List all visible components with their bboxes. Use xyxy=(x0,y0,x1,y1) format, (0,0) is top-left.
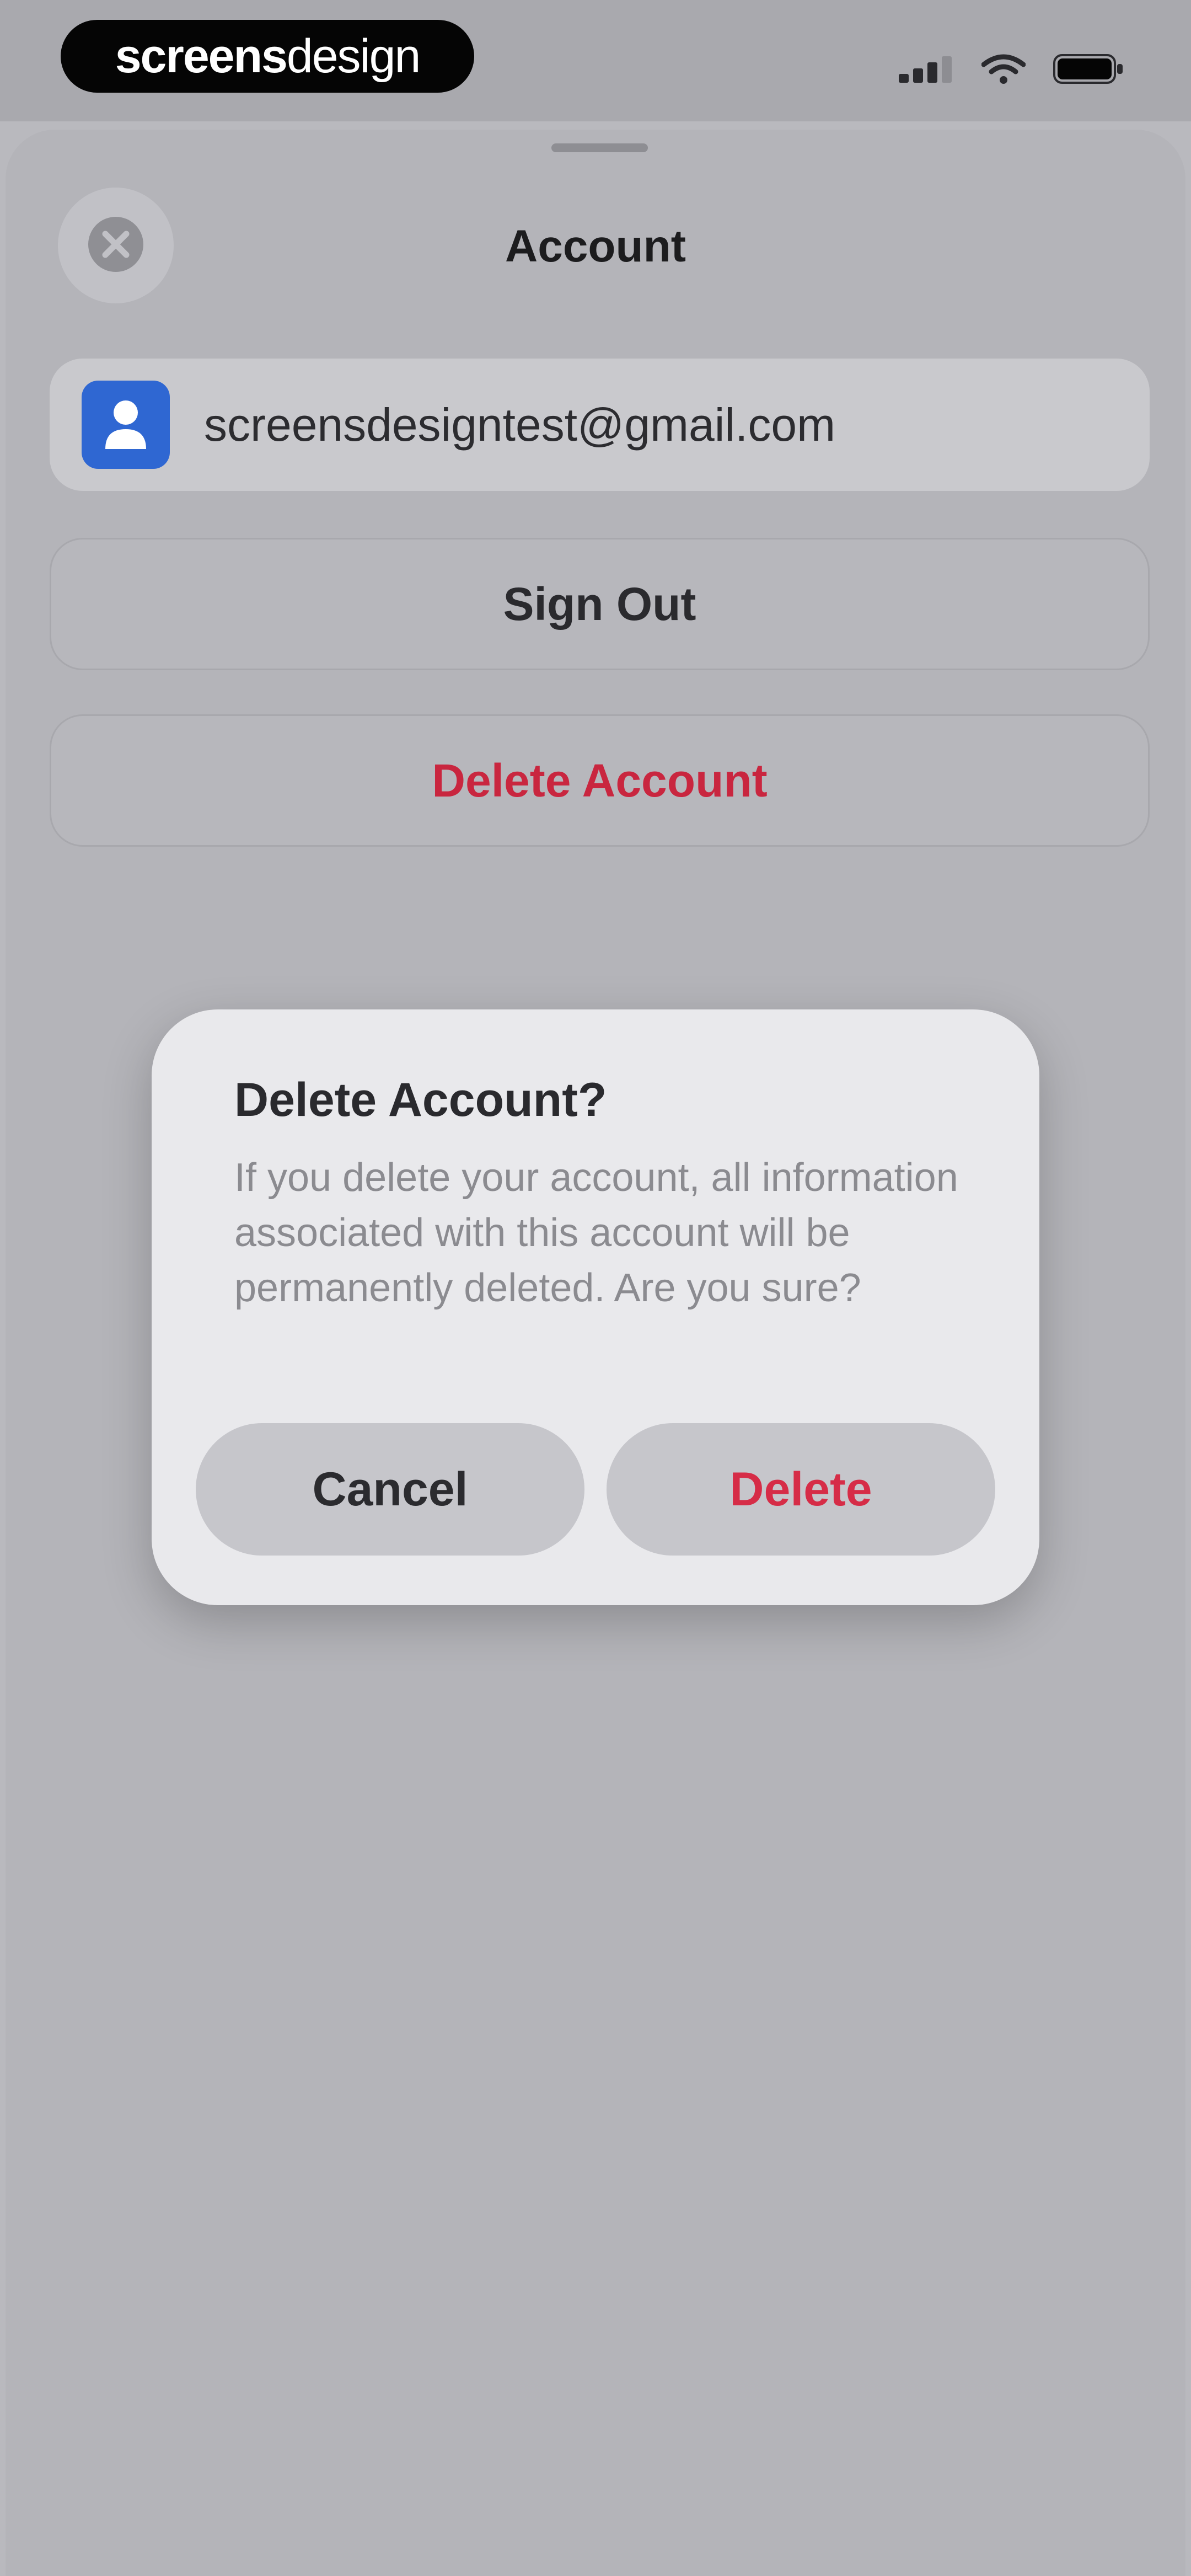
alert-title: Delete Account? xyxy=(234,1073,607,1126)
person-icon xyxy=(101,396,151,454)
account-email-row: screensdesigntest@gmail.com xyxy=(50,359,1150,491)
delete-button[interactable]: Delete xyxy=(607,1423,995,1556)
account-email: screensdesigntest@gmail.com xyxy=(204,398,836,451)
delete-account-button[interactable]: Delete Account xyxy=(50,714,1150,847)
cancel-button[interactable]: Cancel xyxy=(196,1423,584,1556)
status-bar: screens design xyxy=(0,0,1191,121)
sheet-title: Account xyxy=(505,221,686,271)
brand-logo-part2: design xyxy=(286,29,421,83)
status-icons xyxy=(899,51,1125,89)
battery-icon xyxy=(1053,54,1125,87)
delete-account-alert: Delete Account? If you delete your accou… xyxy=(152,1009,1039,1605)
sign-out-button[interactable]: Sign Out xyxy=(50,538,1150,670)
brand-logo-part1: screens xyxy=(115,29,288,83)
signal-icon xyxy=(899,55,954,85)
wifi-icon xyxy=(981,54,1026,87)
brand-logo: screens design xyxy=(61,20,474,93)
sheet-grabber[interactable] xyxy=(551,143,648,152)
avatar xyxy=(82,381,170,469)
alert-message: If you delete your account, all informat… xyxy=(234,1156,958,1310)
